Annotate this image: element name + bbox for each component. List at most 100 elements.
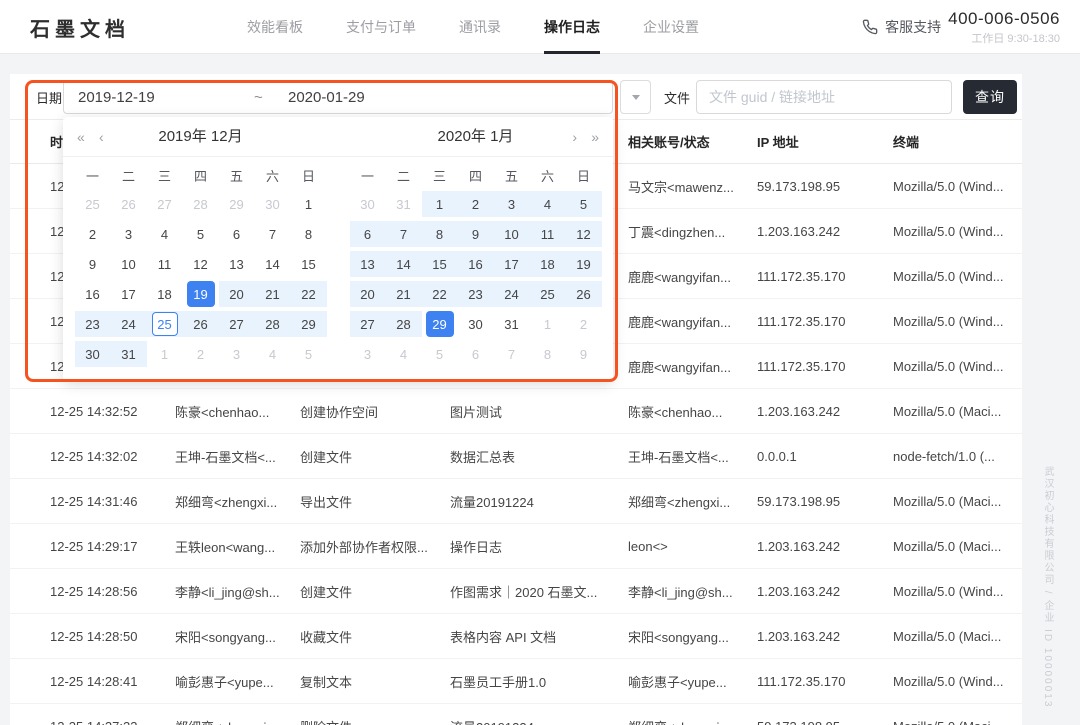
calendar-day[interactable]: 28 — [386, 309, 422, 339]
calendar-day[interactable]: 29 — [219, 189, 255, 219]
calendar-day[interactable]: 10 — [111, 249, 147, 279]
calendar-day[interactable]: 4 — [255, 339, 291, 369]
calendar-day[interactable]: 26 — [183, 309, 219, 339]
calendar-day[interactable]: 1 — [422, 189, 458, 219]
calendar-day[interactable]: 13 — [219, 249, 255, 279]
date-start-value[interactable]: 2019-12-19 — [78, 89, 254, 106]
calendar-day[interactable]: 16 — [75, 279, 111, 309]
calendar-day[interactable]: 3 — [494, 189, 530, 219]
calendar-day[interactable]: 3 — [350, 339, 386, 369]
calendar-day[interactable]: 4 — [530, 189, 566, 219]
calendar-day[interactable]: 26 — [111, 189, 147, 219]
calendar-day[interactable]: 24 — [111, 309, 147, 339]
calendar-day[interactable]: 22 — [422, 279, 458, 309]
calendar-day[interactable]: 16 — [458, 249, 494, 279]
calendar-day[interactable]: 10 — [494, 219, 530, 249]
calendar-day[interactable]: 30 — [75, 339, 111, 369]
calendar-day[interactable]: 29 — [422, 309, 458, 339]
prev-year-icon[interactable]: « — [77, 117, 85, 157]
calendar-day[interactable]: 7 — [494, 339, 530, 369]
calendar-day[interactable]: 12 — [183, 249, 219, 279]
calendar-day[interactable]: 28 — [183, 189, 219, 219]
calendar-day[interactable]: 23 — [75, 309, 111, 339]
calendar-day[interactable]: 12 — [566, 219, 602, 249]
calendar-day[interactable]: 28 — [255, 309, 291, 339]
nav-tab[interactable]: 通讯录 — [459, 0, 501, 54]
calendar-day[interactable]: 20 — [350, 279, 386, 309]
calendar-day[interactable]: 7 — [386, 219, 422, 249]
calendar-day[interactable]: 21 — [386, 279, 422, 309]
calendar-day[interactable]: 2 — [566, 309, 602, 339]
calendar-day[interactable]: 15 — [291, 249, 327, 279]
app-logo[interactable]: 石墨文档 — [30, 0, 130, 54]
calendar-day[interactable]: 5 — [291, 339, 327, 369]
calendar-day[interactable]: 27 — [219, 309, 255, 339]
calendar-day[interactable]: 13 — [350, 249, 386, 279]
prev-month-icon[interactable]: ‹ — [99, 117, 104, 157]
calendar-day[interactable]: 26 — [566, 279, 602, 309]
calendar-day[interactable]: 1 — [291, 189, 327, 219]
calendar-day[interactable]: 27 — [350, 309, 386, 339]
date-end-value[interactable]: 2020-01-29 — [288, 89, 365, 106]
calendar-day[interactable]: 8 — [530, 339, 566, 369]
nav-tab[interactable]: 企业设置 — [643, 0, 699, 54]
query-button[interactable]: 查询 — [963, 80, 1017, 114]
calendar-day[interactable]: 6 — [350, 219, 386, 249]
calendar-day[interactable]: 3 — [219, 339, 255, 369]
calendar-day[interactable]: 27 — [147, 189, 183, 219]
calendar-day[interactable]: 3 — [111, 219, 147, 249]
calendar-day[interactable]: 20 — [219, 279, 255, 309]
calendar-day[interactable]: 18 — [530, 249, 566, 279]
calendar-day[interactable]: 25 — [530, 279, 566, 309]
calendar-day[interactable]: 18 — [147, 279, 183, 309]
calendar-day[interactable]: 6 — [458, 339, 494, 369]
calendar-day[interactable]: 4 — [386, 339, 422, 369]
calendar-day[interactable]: 31 — [111, 339, 147, 369]
calendar-day[interactable]: 11 — [147, 249, 183, 279]
calendar-day[interactable]: 22 — [291, 279, 327, 309]
calendar-day[interactable]: 29 — [291, 309, 327, 339]
calendar-day[interactable]: 30 — [458, 309, 494, 339]
nav-tab[interactable]: 效能看板 — [247, 0, 303, 54]
calendar-day[interactable]: 5 — [422, 339, 458, 369]
calendar-day[interactable]: 25 — [147, 309, 183, 339]
calendar-day[interactable]: 2 — [75, 219, 111, 249]
calendar-day[interactable]: 24 — [494, 279, 530, 309]
calendar-day[interactable]: 8 — [291, 219, 327, 249]
calendar-day[interactable]: 17 — [494, 249, 530, 279]
calendar-day[interactable]: 30 — [255, 189, 291, 219]
file-guid-input[interactable] — [696, 80, 952, 114]
calendar-day[interactable]: 31 — [386, 189, 422, 219]
calendar-day[interactable]: 7 — [255, 219, 291, 249]
calendar-day[interactable]: 19 — [566, 249, 602, 279]
calendar-day[interactable]: 1 — [530, 309, 566, 339]
calendar-day[interactable]: 30 — [350, 189, 386, 219]
next-month-icon[interactable]: › — [572, 117, 577, 157]
calendar-day[interactable]: 19 — [183, 279, 219, 309]
calendar-day[interactable]: 9 — [566, 339, 602, 369]
nav-tab[interactable]: 支付与订单 — [346, 0, 416, 54]
calendar-day[interactable]: 23 — [458, 279, 494, 309]
calendar-day[interactable]: 9 — [75, 249, 111, 279]
calendar-day[interactable]: 21 — [255, 279, 291, 309]
date-range-input[interactable]: 2019-12-19 ~ 2020-01-29 — [63, 80, 613, 114]
next-year-icon[interactable]: » — [591, 117, 599, 157]
calendar-day[interactable]: 4 — [147, 219, 183, 249]
calendar-day[interactable]: 2 — [458, 189, 494, 219]
calendar-day[interactable]: 31 — [494, 309, 530, 339]
calendar-day[interactable]: 6 — [219, 219, 255, 249]
calendar-day[interactable]: 17 — [111, 279, 147, 309]
calendar-day[interactable]: 8 — [422, 219, 458, 249]
nav-tab[interactable]: 操作日志 — [544, 0, 600, 54]
calendar-day[interactable]: 11 — [530, 219, 566, 249]
calendar-day[interactable]: 15 — [422, 249, 458, 279]
filter-type-select[interactable] — [620, 80, 651, 114]
calendar-day[interactable]: 14 — [386, 249, 422, 279]
calendar-day[interactable]: 2 — [183, 339, 219, 369]
calendar-day[interactable]: 14 — [255, 249, 291, 279]
calendar-day[interactable]: 5 — [566, 189, 602, 219]
calendar-day[interactable]: 5 — [183, 219, 219, 249]
calendar-day[interactable]: 1 — [147, 339, 183, 369]
calendar-day[interactable]: 9 — [458, 219, 494, 249]
calendar-day[interactable]: 25 — [75, 189, 111, 219]
